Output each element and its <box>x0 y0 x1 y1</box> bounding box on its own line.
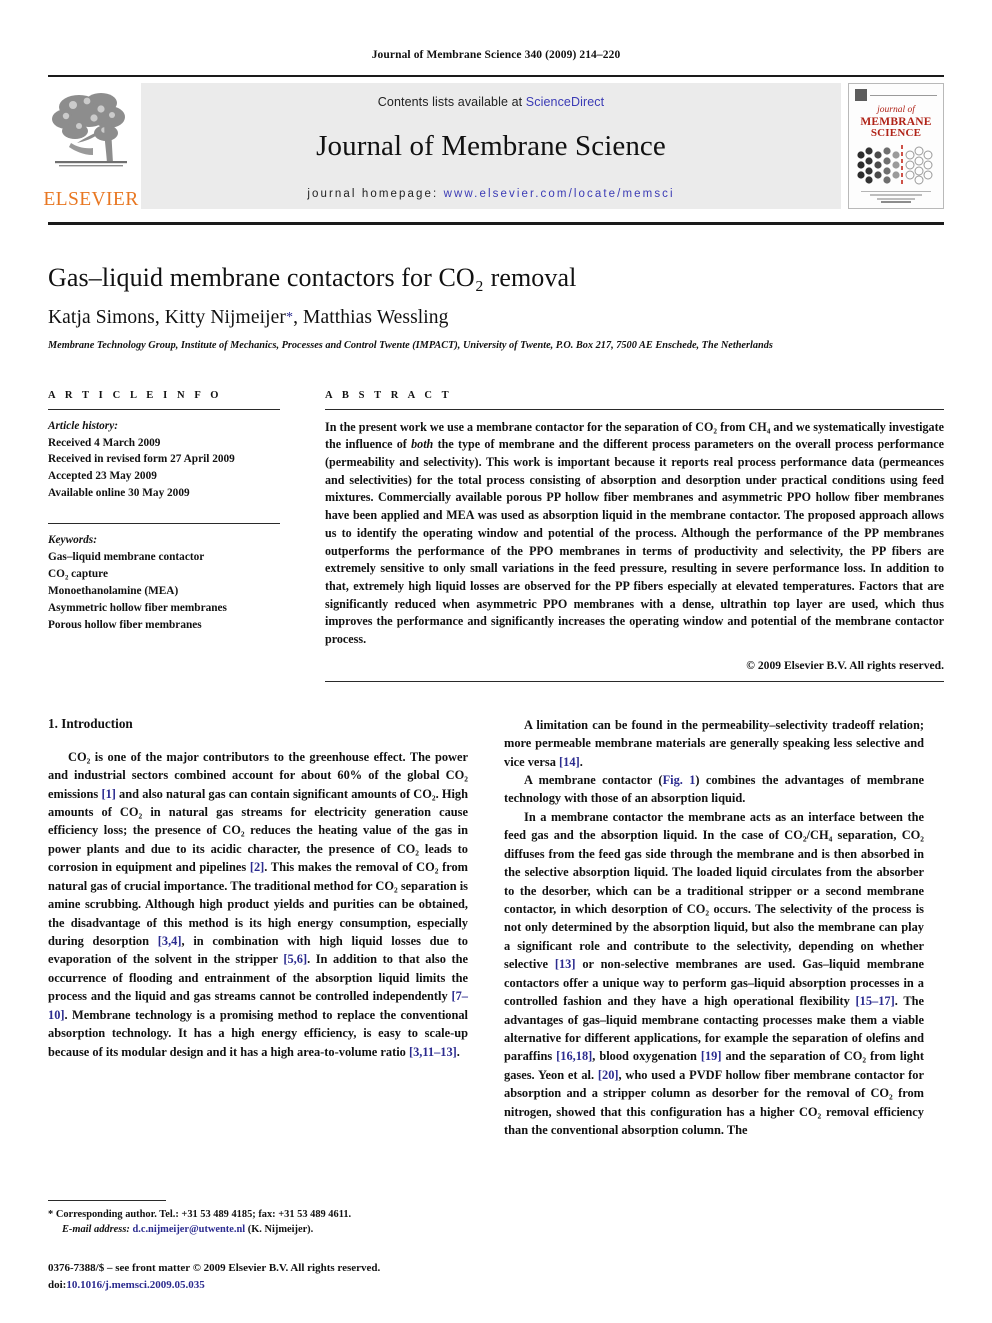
article-history-label: Article history: <box>48 419 118 432</box>
cover-line-science: SCIENCE <box>870 126 922 139</box>
history-item: Received 4 March 2009 <box>48 436 161 449</box>
paper-page: Journal of Membrane Science 340 (2009) 2… <box>0 0 992 1323</box>
citation-ref[interactable]: [16,18] <box>556 1049 592 1063</box>
abstract-text: In the present work we use a membrane co… <box>325 419 944 649</box>
citation-ref[interactable]: [5,6] <box>283 952 307 966</box>
citation-ref[interactable]: [3,4] <box>158 934 182 948</box>
cover-divider <box>870 94 937 96</box>
corresponding-author-marker: * <box>285 310 294 325</box>
abstract-part-2: the type of membrane and the different p… <box>325 437 945 647</box>
cover-line-journal: journal of <box>877 105 915 115</box>
cover-footer-marks <box>861 191 931 203</box>
citation-ref[interactable]: [15–17] <box>856 994 895 1008</box>
citation-ref[interactable]: [13] <box>555 957 576 971</box>
intro-paragraph-left: CO₂ is one of the major contributors to … <box>48 748 468 1061</box>
body-columns: 1. Introduction CO₂ is one of the major … <box>48 716 944 1140</box>
keyword-item: Asymmetric hollow fiber membranes <box>48 602 227 615</box>
history-item: Received in revised form 27 April 2009 <box>48 453 235 466</box>
keywords-label: Keywords: <box>48 534 97 547</box>
citation-ref[interactable]: [19] <box>701 1049 722 1063</box>
intro-text: . <box>579 754 583 769</box>
authors-names: Katja Simons, Kitty Nijmeijer <box>48 307 286 328</box>
footnote-block: * Corresponding author. Tel.: +31 53 489… <box>48 1199 468 1293</box>
keywords-group: Keywords: Gas–liquid membrane contactor … <box>48 532 280 634</box>
authors-names-tail: , Matthias Wessling <box>293 307 449 328</box>
email-link[interactable]: d.c.nijmeijer@utwente.nl <box>132 1224 245 1235</box>
elsevier-logo: ELSEVIER <box>43 83 138 209</box>
keywords-rule <box>48 523 280 525</box>
cover-hexagon-artwork-icon <box>857 145 933 186</box>
keyword-item: Gas–liquid membrane contactor <box>48 551 205 564</box>
keyword-item: Porous hollow fiber membranes <box>48 618 202 631</box>
author-list: Katja Simons, Kitty Nijmeijer*, Matthias… <box>48 307 944 329</box>
doi-line: doi:10.1016/j.memsci.2009.05.035 <box>48 1277 468 1294</box>
abstract-column: A B S T R A C T In the present work we u… <box>325 390 944 682</box>
history-item: Accepted 23 May 2009 <box>48 470 157 483</box>
intro-text: . <box>456 1044 460 1059</box>
journal-homepage-line: journal homepage: www.elsevier.com/locat… <box>307 188 674 200</box>
citation-ref[interactable]: [20] <box>598 1068 619 1082</box>
figure-link[interactable]: Fig. 1 <box>663 773 696 787</box>
homepage-prefix: journal homepage: <box>307 188 439 200</box>
citation-ref[interactable]: [1] <box>101 787 115 801</box>
email-note: E-mail address: d.c.nijmeijer@utwente.nl… <box>48 1222 468 1238</box>
elsevier-tree-icon <box>51 87 131 173</box>
contents-prefix: Contents lists available at <box>377 95 523 109</box>
running-head: Journal of Membrane Science 340 (2009) 2… <box>371 49 621 61</box>
citation-ref[interactable]: [3,11–13] <box>409 1045 457 1059</box>
right-paragraph-1: A limitation can be found in the permeab… <box>504 716 924 771</box>
issn-copyright-line: 0376-7388/$ – see front matter © 2009 El… <box>48 1262 381 1274</box>
elsevier-wordmark: ELSEVIER <box>43 188 139 210</box>
keyword-item: CO₂ capture <box>48 568 108 581</box>
article-info-column: A R T I C L E I N F O Article history: R… <box>48 390 280 682</box>
masthead-bottom-rule <box>48 222 944 225</box>
journal-cover-thumbnail: journal of MEMBRANE SCIENCE <box>848 83 944 209</box>
abstract-heading: A B S T R A C T <box>325 389 453 401</box>
journal-masthead: ELSEVIER Contents lists available at Sci… <box>43 75 944 215</box>
doi-label: doi: <box>48 1278 67 1291</box>
abstract-rule <box>325 408 944 410</box>
article-info-rule <box>48 408 280 410</box>
homepage-url-link[interactable]: www.elsevier.com/locate/memsci <box>444 188 675 200</box>
page-title: Gas–liquid membrane contactors for CO₂ r… <box>48 263 577 292</box>
journal-title: Journal of Membrane Science <box>316 130 666 162</box>
doi-link[interactable]: 10.1016/j.memsci.2009.05.035 <box>66 1279 204 1291</box>
email-suffix: (K. Nijmeijer). <box>247 1224 314 1236</box>
journal-banner: Contents lists available at ScienceDirec… <box>141 83 841 209</box>
citation-ref[interactable]: [14] <box>559 755 580 769</box>
abstract-emphasis: both <box>411 437 434 452</box>
affiliation: Membrane Technology Group, Institute of … <box>48 340 773 351</box>
cover-header-bar <box>855 89 937 101</box>
cover-line-membrane: MEMBRANE <box>860 115 932 128</box>
article-history-group: Article history: Received 4 March 2009 R… <box>48 418 280 503</box>
right-paragraph-2: A membrane contactor (Fig. 1) combines t… <box>504 771 924 808</box>
corresponding-author-note: * Corresponding author. Tel.: +31 53 489… <box>48 1207 468 1223</box>
keyword-item: Monoethanolamine (MEA) <box>48 585 179 598</box>
intro-text: . Membrane technology is a promising met… <box>48 1007 468 1059</box>
intro-text: , blood oxygenation <box>592 1049 701 1064</box>
corresponding-author-text: Corresponding author. Tel.: +31 53 489 4… <box>55 1208 352 1220</box>
right-paragraph-3: In a membrane contactor the membrane act… <box>504 808 924 1140</box>
footnote-marker: * <box>48 1208 54 1220</box>
body-column-right: A limitation can be found in the permeab… <box>504 716 924 1140</box>
front-matter-block: 0376-7388/$ – see front matter © 2009 El… <box>48 1260 468 1293</box>
footnote-rule <box>48 1199 166 1201</box>
abstract-bottom-rule <box>325 680 944 682</box>
info-abstract-section: A R T I C L E I N F O Article history: R… <box>48 390 944 682</box>
cover-logo-chip <box>855 89 867 101</box>
article-info-heading: A R T I C L E I N F O <box>48 389 223 401</box>
section-title-introduction: 1. Introduction <box>48 715 133 731</box>
abstract-copyright: © 2009 Elsevier B.V. All rights reserved… <box>746 658 944 672</box>
contents-available-line: Contents lists available at ScienceDirec… <box>378 95 604 109</box>
citation-ref[interactable]: [2] <box>250 860 264 874</box>
email-label: E-mail address: <box>62 1224 130 1236</box>
intro-text: In a membrane contactor the membrane act… <box>504 809 924 972</box>
title-block: Gas–liquid membrane contactors for CO₂ r… <box>48 263 944 354</box>
intro-text: A membrane contactor ( <box>524 773 663 788</box>
history-item: Available online 30 May 2009 <box>48 487 190 500</box>
body-column-left: 1. Introduction CO₂ is one of the major … <box>48 716 468 1140</box>
sciencedirect-link[interactable]: ScienceDirect <box>526 95 604 109</box>
